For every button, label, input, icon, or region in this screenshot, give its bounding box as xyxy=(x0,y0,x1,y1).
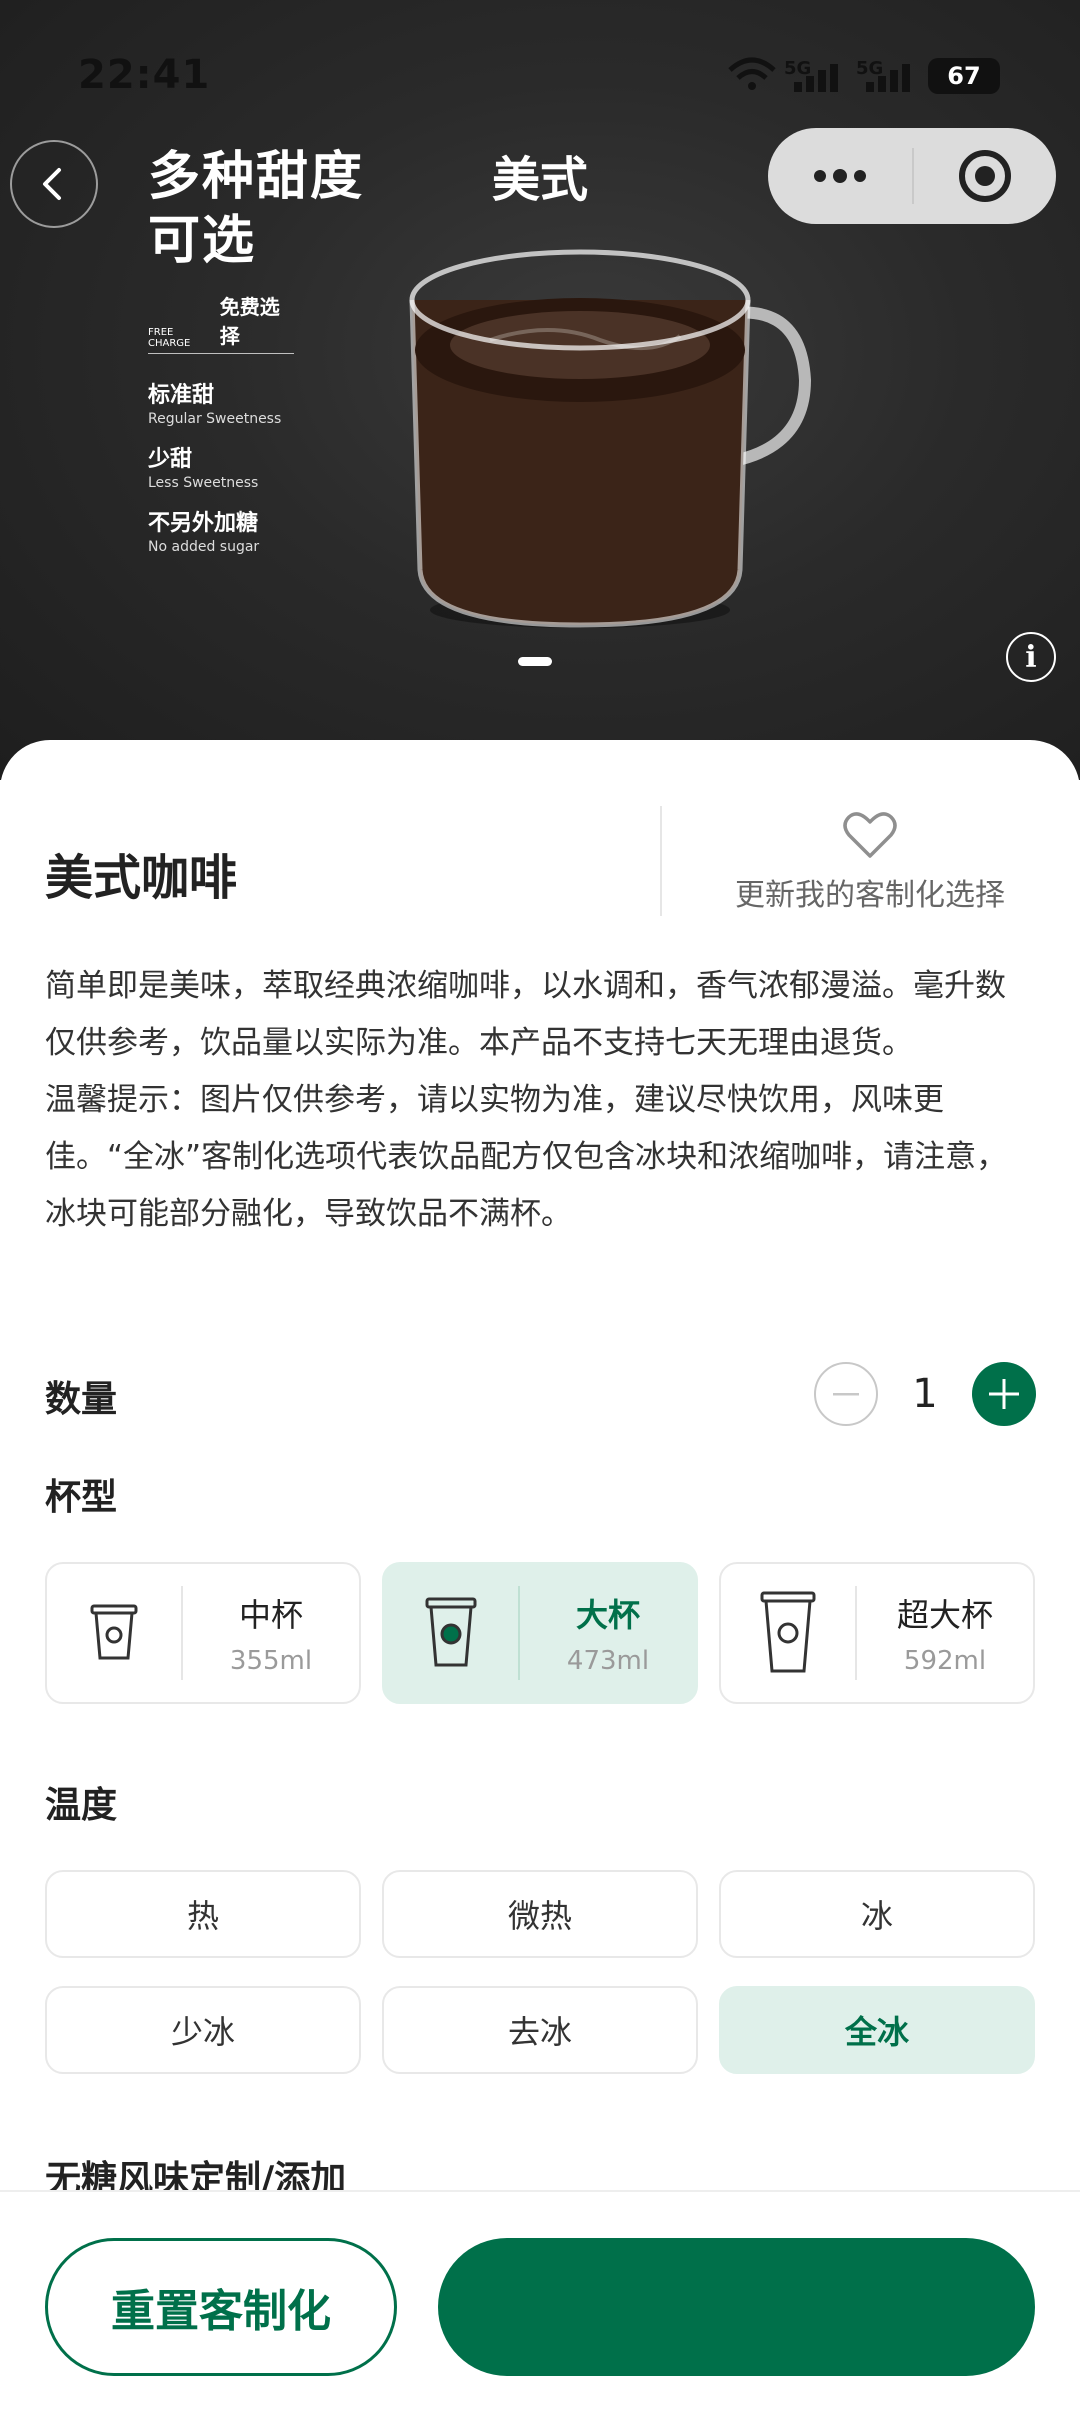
promo-option-en: No added sugar xyxy=(148,539,260,555)
temperature-option-no-ice[interactable]: 去冰 xyxy=(382,1986,698,2074)
favorite-customization-button[interactable]: 更新我的客制化选择 xyxy=(680,810,1060,914)
promo-option-cn: 标准甜 xyxy=(148,383,215,408)
size-volume: 473ml xyxy=(566,1646,650,1676)
promo-option: 少甜 Less Sweetness xyxy=(148,446,364,492)
cup-size-label: 杯型 xyxy=(45,1477,118,1518)
temperature-label: 温度 xyxy=(45,1785,118,1826)
promo-option-en: Less Sweetness xyxy=(148,475,259,491)
coffee-cup-image xyxy=(409,249,812,628)
cup-icon xyxy=(721,1564,855,1702)
more-button[interactable] xyxy=(768,128,912,224)
miniapp-capsule xyxy=(768,128,1056,224)
size-option-large[interactable]: 大杯 473ml xyxy=(382,1562,698,1704)
promo-headline-2: 可选 xyxy=(148,210,257,271)
more-dots-icon xyxy=(814,169,866,183)
size-name: 大杯 xyxy=(575,1596,640,1634)
target-icon xyxy=(959,150,1011,202)
info-icon: i xyxy=(1025,639,1037,675)
status-time: 22:41 xyxy=(78,52,211,98)
temperature-option-light-ice[interactable]: 少冰 xyxy=(45,1986,361,2074)
promo-option-cn: 不另外加糖 xyxy=(148,511,259,536)
free-charge-tag: FREE CHARGE 免费选择 xyxy=(148,291,294,354)
bottom-action-bar: 重置客制化 xyxy=(0,2190,1080,2420)
free-charge-en: FREE CHARGE xyxy=(148,327,191,349)
size-option-venti[interactable]: 超大杯 592ml xyxy=(719,1562,1035,1704)
promo-option: 不另外加糖 No added sugar xyxy=(148,510,364,556)
temperature-options: 热 微热 冰 少冰 去冰 全冰 xyxy=(45,1870,1035,2074)
wifi-icon xyxy=(728,57,776,90)
size-name: 中杯 xyxy=(238,1596,303,1634)
temperature-option-hot[interactable]: 热 xyxy=(45,1870,361,1958)
size-name: 超大杯 xyxy=(896,1596,993,1634)
temperature-option-full-ice[interactable]: 全冰 xyxy=(719,1986,1035,2074)
heart-icon xyxy=(843,812,897,858)
confirm-button[interactable] xyxy=(438,2238,1035,2376)
quantity-stepper: 1 xyxy=(814,1362,1036,1426)
size-volume: 592ml xyxy=(903,1646,987,1676)
product-description: 简单即是美味，萃取经典浓缩咖啡，以水调和，香气浓郁漫溢。毫升数仅供参考，饮品量以… xyxy=(45,958,1035,1243)
info-button[interactable]: i xyxy=(1006,632,1056,682)
description-paragraph: 温馨提示：图片仅供参考，请以实物为准，建议尽快饮用，风味更佳。“全冰”客制化选项… xyxy=(45,1082,1008,1232)
reset-customization-button[interactable]: 重置客制化 xyxy=(45,2238,397,2376)
product-name: 美式咖啡 xyxy=(45,850,238,906)
minus-icon xyxy=(833,1393,859,1396)
cup-size-options: 中杯 355ml 大杯 473ml 超大杯 592ml xyxy=(45,1562,1035,1704)
close-miniapp-button[interactable] xyxy=(914,128,1056,224)
cup-icon xyxy=(47,1564,181,1702)
plus-icon xyxy=(989,1379,1019,1409)
size-option-medium[interactable]: 中杯 355ml xyxy=(45,1562,361,1704)
size-volume: 355ml xyxy=(229,1646,313,1676)
header-divider xyxy=(660,806,662,916)
product-hero-image: 22:41 5G 5G 67 美式 多种甜度 可选 FREE CHARGE 免费… xyxy=(0,0,1080,780)
temperature-option-warm[interactable]: 微热 xyxy=(382,1870,698,1958)
promo-headline-1: 多种甜度 xyxy=(148,146,365,207)
promo-option: 标准甜 Regular Sweetness xyxy=(148,382,364,428)
battery-indicator: 67 xyxy=(928,58,1000,94)
carousel-indicator xyxy=(518,657,552,666)
promo-option-cn: 少甜 xyxy=(148,447,193,472)
quantity-label: 数量 xyxy=(45,1379,118,1420)
decrease-quantity-button[interactable] xyxy=(814,1362,878,1426)
description-paragraph: 简单即是美味，萃取经典浓缩咖啡，以水调和，香气浓郁漫溢。毫升数仅供参考，饮品量以… xyxy=(45,968,1006,1061)
quantity-value: 1 xyxy=(912,1371,938,1417)
sweetness-promo: 多种甜度 可选 FREE CHARGE 免费选择 标准甜 Regular Swe… xyxy=(148,145,364,556)
temperature-option-iced[interactable]: 冰 xyxy=(719,1870,1035,1958)
cup-icon xyxy=(384,1564,518,1702)
signal-icon xyxy=(794,64,838,92)
promo-option-en: Regular Sweetness xyxy=(148,411,282,427)
product-detail-sheet: 美式咖啡 更新我的客制化选择 简单即是美味，萃取经典浓缩咖啡，以水调和，香气浓郁… xyxy=(0,740,1080,2420)
signal-icon xyxy=(866,64,910,92)
favorite-label: 更新我的客制化选择 xyxy=(735,878,1005,913)
increase-quantity-button[interactable] xyxy=(972,1362,1036,1426)
free-charge-cn: 免费选择 xyxy=(219,295,280,348)
